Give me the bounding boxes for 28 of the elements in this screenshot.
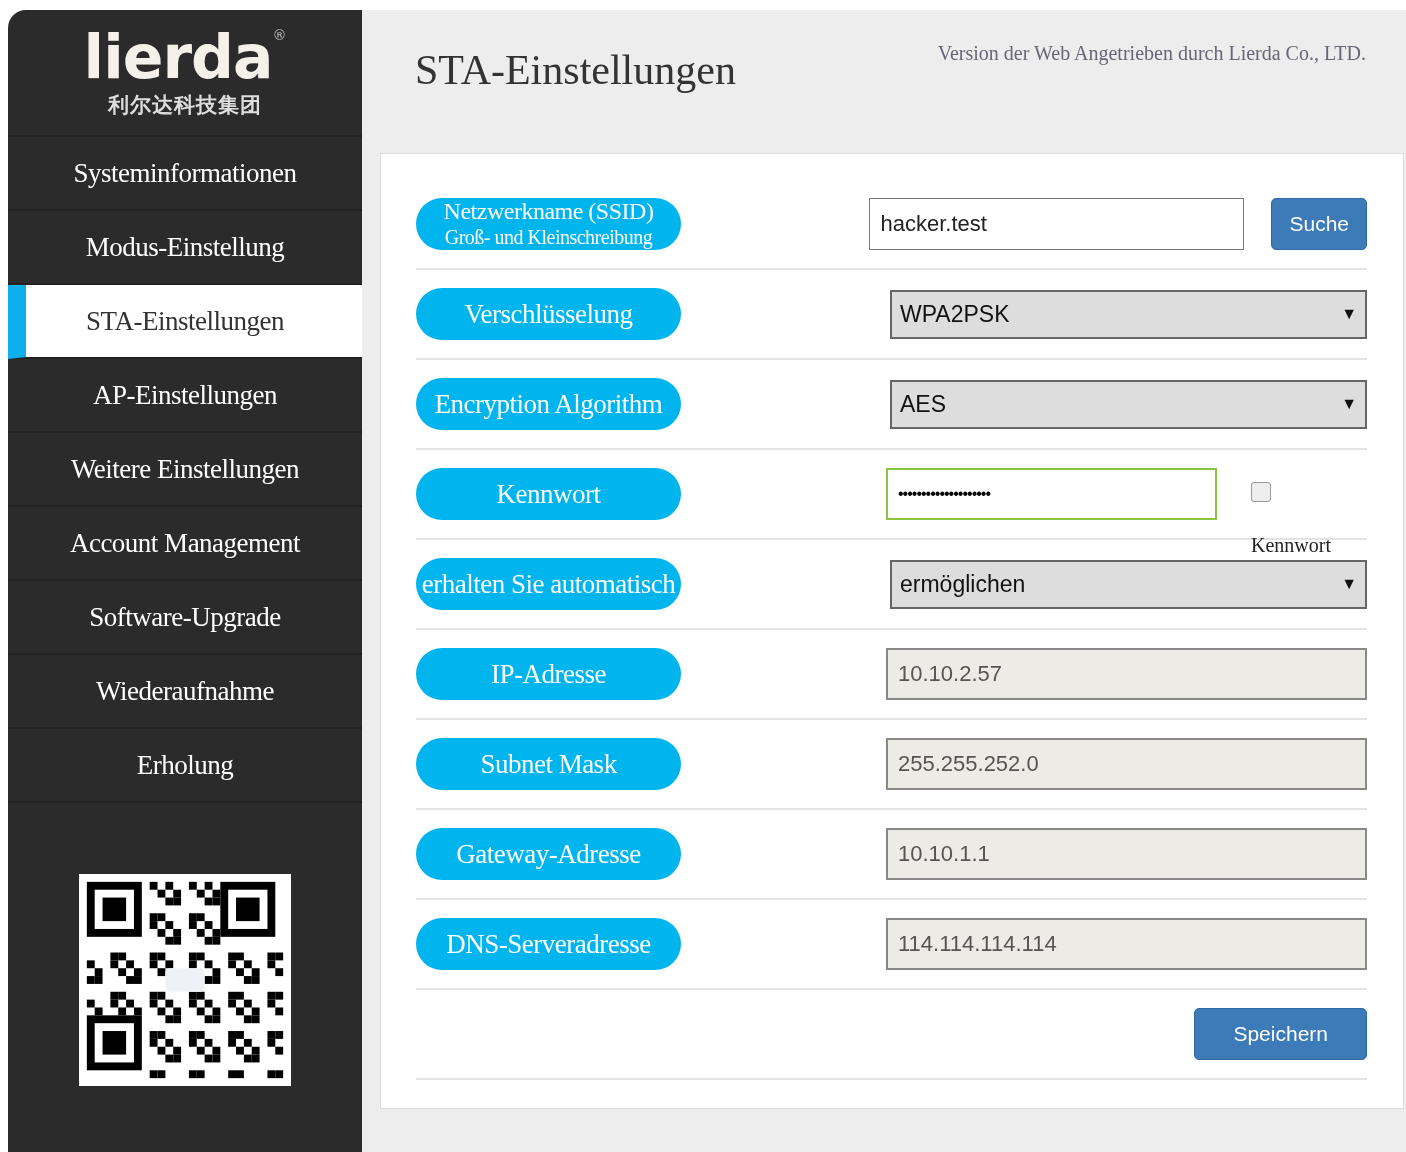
version-text: Version der Web Angetrieben durch Lierda Co., LTD. bbox=[937, 42, 1366, 65]
field-label: Verschlüsselung bbox=[416, 288, 681, 340]
field-label: Encryption Algorithm bbox=[416, 378, 681, 430]
select-field[interactable]: ermöglichen ▼ bbox=[890, 559, 1367, 609]
ssid-input[interactable]: hacker.test bbox=[869, 198, 1245, 250]
logo-wordmark: lierda bbox=[83, 26, 273, 87]
logo-subtitle: 利尔达科技集团 bbox=[108, 91, 262, 119]
page-title: STA-Einstellungen bbox=[415, 46, 736, 94]
field-label: IP-Adresse bbox=[416, 648, 681, 700]
save-button[interactable]: Speichern bbox=[1194, 1008, 1367, 1060]
password-input[interactable]: •••••••••••••••••••• bbox=[886, 468, 1217, 520]
field-label: Gateway-Adresse bbox=[416, 828, 681, 880]
search-button[interactable]: Suche bbox=[1271, 198, 1367, 250]
address-input[interactable]: 114.114.114.114 bbox=[886, 918, 1367, 970]
field-label: Subnet Mask bbox=[416, 738, 681, 790]
field-label: DNS-Serveradresse bbox=[416, 918, 681, 970]
show-password-checkbox[interactable] bbox=[1251, 482, 1271, 502]
address-input[interactable]: 10.10.1.1 bbox=[886, 828, 1367, 880]
field-label: Netzwerkname (SSID) Groß- und Kleinschreibung bbox=[416, 198, 681, 250]
select-field[interactable]: WPA2PSK ▼ bbox=[890, 289, 1367, 339]
select-field[interactable]: AES ▼ bbox=[890, 379, 1367, 429]
address-input[interactable]: 255.255.252.0 bbox=[886, 738, 1367, 790]
field-label: erhalten Sie automatisch bbox=[416, 558, 681, 610]
address-input[interactable]: 10.10.2.57 bbox=[886, 648, 1367, 700]
registered-mark: ® bbox=[272, 26, 287, 43]
checkbox-label: Kennwort bbox=[1251, 534, 1331, 557]
field-label: Kennwort bbox=[416, 468, 681, 520]
sidebar-item[interactable]: STA-Einstellungen bbox=[8, 285, 362, 359]
